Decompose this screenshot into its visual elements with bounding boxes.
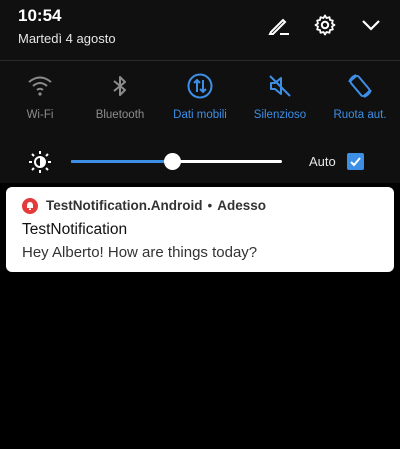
notification-app-name: TestNotification.Android xyxy=(46,198,203,213)
auto-brightness-checkbox[interactable] xyxy=(347,153,364,170)
tile-bluetooth[interactable]: Bluetooth xyxy=(80,70,160,121)
brightness-slider-thumb[interactable] xyxy=(164,153,182,170)
panel-divider xyxy=(0,60,400,61)
quick-settings-panel: 10:54 Martedì 4 agosto Wi-Fi Bluetooth D… xyxy=(0,0,400,183)
auto-rotate-icon xyxy=(344,70,376,102)
notification-text: Hey Alberto! How are things today? xyxy=(22,244,258,261)
auto-brightness-label: Auto xyxy=(309,154,336,169)
gear-icon[interactable] xyxy=(312,12,338,38)
wifi-icon xyxy=(24,70,56,102)
status-time: 10:54 xyxy=(18,6,62,25)
quick-tiles: Wi-Fi Bluetooth Dati mobili Silenzioso R… xyxy=(0,70,400,121)
tile-mobile-data[interactable]: Dati mobili xyxy=(160,70,240,121)
tile-wifi[interactable]: Wi-Fi xyxy=(0,70,80,121)
notification-title: TestNotification xyxy=(22,221,128,238)
notification-header: TestNotification.Android • Adesso xyxy=(46,198,266,213)
tile-label: Wi-Fi xyxy=(26,109,54,121)
mobile-data-icon xyxy=(184,70,216,102)
notification-time: Adesso xyxy=(217,198,267,213)
brightness-row: Auto xyxy=(0,148,400,176)
status-date: Martedì 4 agosto xyxy=(18,31,116,46)
brightness-icon xyxy=(28,150,52,174)
silent-icon xyxy=(264,70,296,102)
tile-auto-rotate[interactable]: Ruota aut. xyxy=(320,70,400,121)
edit-icon[interactable] xyxy=(266,12,292,38)
check-icon xyxy=(350,157,361,167)
brightness-slider[interactable] xyxy=(71,153,282,170)
notification-card[interactable]: TestNotification.Android • Adesso TestNoti… xyxy=(6,187,394,272)
tile-label: Ruota aut. xyxy=(333,109,387,121)
header-separator: • xyxy=(207,198,213,213)
chevron-down-icon[interactable] xyxy=(358,12,384,38)
brightness-slider-fill xyxy=(71,160,173,163)
tile-silent[interactable]: Silenzioso xyxy=(240,70,320,121)
app-icon xyxy=(22,198,38,214)
tile-label: Bluetooth xyxy=(95,109,145,121)
tile-label: Silenzioso xyxy=(253,109,307,121)
panel-actions xyxy=(266,12,384,38)
bluetooth-icon xyxy=(104,70,136,102)
tile-label: Dati mobili xyxy=(173,109,227,121)
